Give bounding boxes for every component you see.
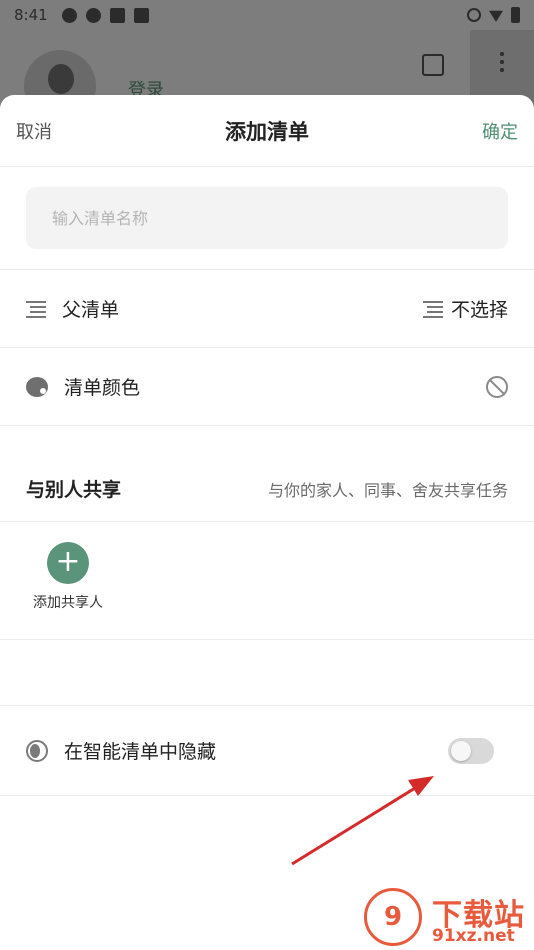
share-body: + 添加共享人 [0,522,534,640]
watermark-logo: 9 [364,888,422,946]
list-icon [422,300,443,318]
confirm-button[interactable]: 确定 [482,118,518,144]
sheet-header: 取消 添加清单 确定 [0,95,534,167]
notification-icon [133,7,149,23]
palette-icon [26,376,48,397]
plus-icon: + [47,542,89,584]
status-bar: 8:41 [0,0,534,30]
add-sharer-button[interactable]: + 添加共享人 [28,542,108,612]
list-icon [26,300,46,318]
sheet-title: 添加清单 [225,119,309,144]
watermark: 9 下载站 91xz.net [364,888,534,950]
wifi-icon [489,10,503,22]
moon-icon [26,739,48,762]
battery-icon [511,7,520,23]
scan-icon [422,54,444,76]
status-time: 8:41 [14,6,48,24]
watermark-url: 91xz.net [432,926,515,946]
parent-list-label: 父清单 [62,299,120,321]
add-sharer-label: 添加共享人 [33,595,103,611]
share-title: 与别人共享 [26,479,122,501]
add-list-sheet: 取消 添加清单 确定 父清单 不选择 清单颜色 与别人共享 与你的家人、同事、舍… [0,95,534,950]
list-name-input[interactable] [26,187,508,249]
parent-list-value[interactable]: 不选择 [422,295,508,322]
share-description: 与你的家人、同事、舍友共享任务 [267,480,508,500]
parent-list-row[interactable]: 父清单 不选择 [0,270,534,348]
cancel-button[interactable]: 取消 [16,118,52,144]
list-name-section [0,167,534,270]
notification-icon [109,7,125,23]
toggle-knob [451,740,471,761]
hide-in-smart-list-row: 在智能清单中隐藏 [0,706,534,796]
hide-in-smart-list-label: 在智能清单中隐藏 [64,741,217,763]
list-color-value[interactable] [486,375,508,398]
section-spacer [0,640,534,706]
notification-icon [61,7,77,23]
share-header: 与别人共享 与你的家人、同事、舍友共享任务 [0,456,534,522]
status-icons [467,7,520,23]
no-color-icon [486,375,508,398]
hide-in-smart-list-toggle[interactable] [448,737,494,764]
parent-list-value-text: 不选择 [450,299,508,321]
alarm-icon [467,8,481,22]
notification-icon [85,7,101,23]
list-color-label: 清单颜色 [64,377,141,399]
list-color-row[interactable]: 清单颜色 [0,348,534,426]
